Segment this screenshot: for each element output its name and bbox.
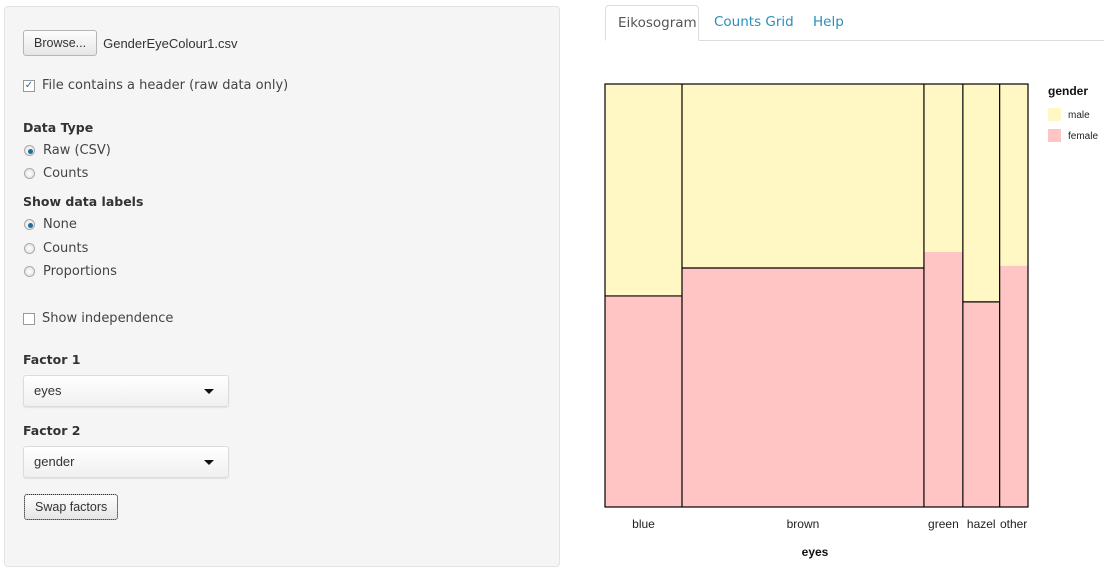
plot-area: [604, 83, 1029, 508]
bar-segment-green-male: [923, 84, 963, 252]
radio-label: Proportions: [43, 264, 117, 279]
legend-label-female: female: [1068, 131, 1098, 142]
bar-segment-hazel-male: [962, 84, 1000, 302]
swap-factors-button[interactable]: Swap factors: [24, 494, 119, 520]
bar-segment-blue-male: [605, 84, 682, 296]
radio-label: Counts: [43, 166, 89, 181]
browse-button[interactable]: Browse...: [23, 30, 98, 56]
x-tick-label: blue: [632, 517, 655, 531]
radio-button[interactable]: [24, 243, 35, 254]
bar-segment-hazel-female: [962, 301, 1000, 507]
legend-title: gender: [1048, 84, 1088, 98]
chevron-down-icon: [204, 389, 214, 394]
sidebar-panel: Browse... GenderEyeColour1.csv ✓ File co…: [4, 6, 560, 567]
legend: gender male female: [1048, 84, 1098, 142]
bar-segment-brown-male: [681, 84, 924, 269]
data-type-label: Data Type: [23, 120, 94, 135]
radio-labels-counts[interactable]: Counts: [23, 241, 88, 256]
radio-button[interactable]: [24, 168, 35, 179]
radio-button[interactable]: [24, 145, 35, 156]
tab-counts-grid[interactable]: Counts Grid: [702, 5, 806, 41]
tab-help[interactable]: Help: [801, 5, 856, 41]
radio-button[interactable]: [24, 219, 35, 230]
factor1-value: eyes: [34, 383, 62, 398]
independence-checkbox-row[interactable]: Show independence: [23, 311, 173, 326]
radio-labels-none[interactable]: None: [23, 217, 77, 232]
chevron-down-icon: [204, 460, 214, 465]
independence-checkbox[interactable]: [23, 312, 35, 325]
factor2-select[interactable]: gender: [23, 446, 229, 478]
data-labels-label: Show data labels: [23, 194, 144, 209]
x-tick-label: other: [1000, 517, 1027, 531]
header-checkbox-label: File contains a header (raw data only): [42, 78, 289, 93]
radio-button[interactable]: [24, 266, 35, 277]
bar-segment-blue-female: [605, 295, 682, 507]
header-checkbox-row[interactable]: ✓ File contains a header (raw data only): [23, 78, 288, 93]
file-input-row: Browse... GenderEyeColour1.csv: [23, 30, 238, 56]
legend-swatch-female: [1048, 129, 1061, 142]
radio-data-type-counts[interactable]: Counts: [23, 166, 88, 181]
radio-labels-proportions[interactable]: Proportions: [23, 264, 117, 279]
factor1-label: Factor 1: [23, 352, 81, 367]
x-tick-label: hazel: [967, 517, 996, 531]
bar-segment-other-male: [999, 84, 1028, 266]
tab-bar: Eikosogram Counts Grid Help: [605, 5, 1104, 41]
legend-label-male: male: [1068, 110, 1090, 121]
bar-segment-other-female: [999, 265, 1028, 507]
x-tick-labels: blue brown green hazel other: [632, 517, 1027, 531]
eikosogram-chart: blue brown green hazel other eyes gender mal…: [604, 83, 1098, 559]
tab-eikosogram[interactable]: Eikosogram: [605, 5, 699, 41]
radio-data-type-raw[interactable]: Raw (CSV): [23, 143, 111, 158]
x-tick-label: brown: [787, 517, 820, 531]
factor1-select[interactable]: eyes: [23, 375, 229, 407]
independence-checkbox-label: Show independence: [42, 311, 174, 326]
radio-label: Counts: [43, 241, 89, 256]
bar-segment-brown-female: [681, 268, 924, 507]
x-tick-label: green: [928, 517, 959, 531]
legend-swatch-male: [1048, 108, 1061, 121]
factor2-label: Factor 2: [23, 423, 81, 438]
x-axis-title: eyes: [802, 545, 829, 559]
bar-segment-green-female: [923, 251, 963, 507]
file-name: GenderEyeColour1.csv: [103, 35, 238, 51]
radio-label: Raw (CSV): [43, 143, 111, 158]
header-checkbox[interactable]: ✓: [23, 79, 35, 92]
radio-label: None: [43, 217, 77, 232]
factor2-value: gender: [34, 454, 75, 469]
